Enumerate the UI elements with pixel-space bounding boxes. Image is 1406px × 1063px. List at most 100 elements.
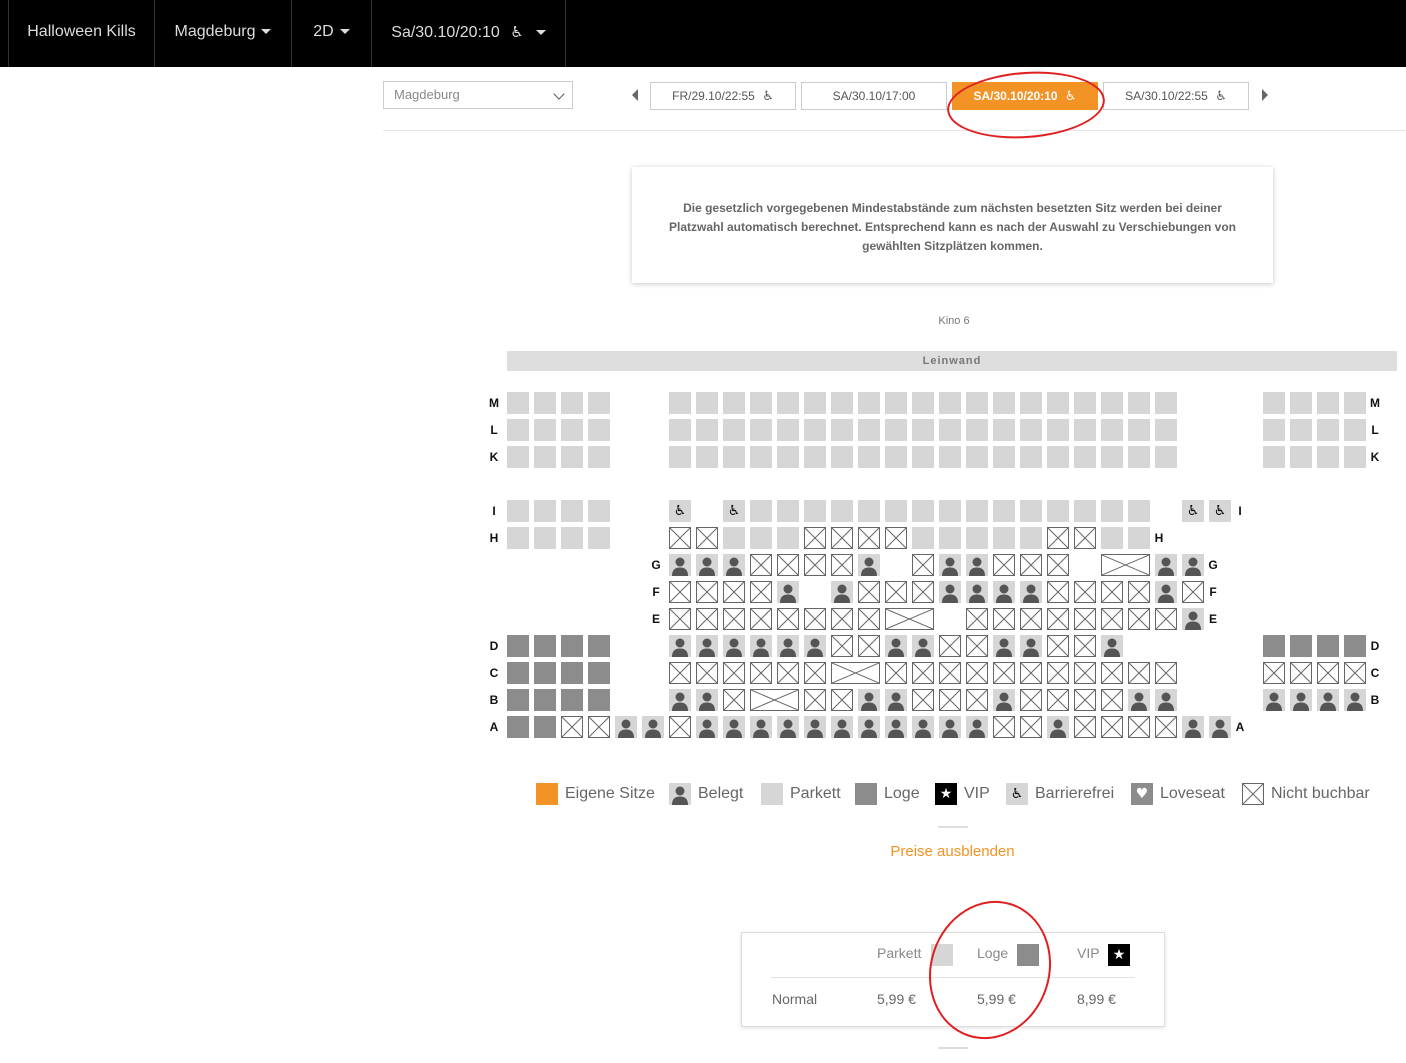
nav-format-dropdown[interactable]: 2D bbox=[292, 0, 372, 67]
seat-loge[interactable] bbox=[534, 716, 556, 738]
seat-parkett[interactable] bbox=[1047, 419, 1069, 441]
seat-parkett[interactable] bbox=[669, 446, 691, 468]
seat-parkett[interactable] bbox=[912, 527, 934, 549]
seat-parkett[interactable] bbox=[1290, 392, 1312, 414]
seat-parkett[interactable] bbox=[1128, 419, 1150, 441]
seat-parkett[interactable] bbox=[588, 500, 610, 522]
seat-parkett[interactable] bbox=[1020, 446, 1042, 468]
city-select[interactable]: Magdeburg bbox=[383, 81, 573, 109]
seat-parkett[interactable] bbox=[1317, 419, 1339, 441]
seat-parkett[interactable] bbox=[1155, 419, 1177, 441]
seat-wheelchair[interactable]: ♿ bbox=[723, 500, 745, 522]
seat-loge[interactable] bbox=[534, 662, 556, 684]
seat-parkett[interactable] bbox=[993, 446, 1015, 468]
seat-parkett[interactable] bbox=[669, 419, 691, 441]
seat-wheelchair[interactable]: ♿ bbox=[1209, 500, 1231, 522]
seat-parkett[interactable] bbox=[723, 527, 745, 549]
seat-parkett[interactable] bbox=[939, 446, 961, 468]
seat-parkett[interactable] bbox=[507, 500, 529, 522]
seat-wheelchair[interactable]: ♿ bbox=[669, 500, 691, 522]
seat-parkett[interactable] bbox=[993, 392, 1015, 414]
seat-parkett[interactable] bbox=[831, 419, 853, 441]
seat-parkett[interactable] bbox=[858, 419, 880, 441]
seat-parkett[interactable] bbox=[912, 500, 934, 522]
seat-parkett[interactable] bbox=[507, 392, 529, 414]
seat-parkett[interactable] bbox=[939, 527, 961, 549]
showtimes-next-arrow[interactable] bbox=[1262, 89, 1268, 101]
seat-parkett[interactable] bbox=[1344, 419, 1366, 441]
nav-showtime-dropdown[interactable]: Sa/30.10/20:10 ♿ bbox=[372, 0, 566, 67]
seat-parkett[interactable] bbox=[912, 446, 934, 468]
seat-parkett[interactable] bbox=[1047, 392, 1069, 414]
seat-parkett[interactable] bbox=[966, 527, 988, 549]
seat-parkett[interactable] bbox=[993, 527, 1015, 549]
seat-parkett[interactable] bbox=[1128, 446, 1150, 468]
seat-parkett[interactable] bbox=[588, 392, 610, 414]
seat-parkett[interactable] bbox=[1074, 419, 1096, 441]
seat-parkett[interactable] bbox=[723, 392, 745, 414]
seat-parkett[interactable] bbox=[1074, 392, 1096, 414]
seat-parkett[interactable] bbox=[1074, 446, 1096, 468]
seat-parkett[interactable] bbox=[804, 419, 826, 441]
seat-parkett[interactable] bbox=[1128, 527, 1150, 549]
seat-parkett[interactable] bbox=[885, 446, 907, 468]
seat-parkett[interactable] bbox=[885, 392, 907, 414]
seat-parkett[interactable] bbox=[966, 419, 988, 441]
seat-parkett[interactable] bbox=[561, 527, 583, 549]
seat-parkett[interactable] bbox=[750, 392, 772, 414]
seat-parkett[interactable] bbox=[804, 392, 826, 414]
seat-loge[interactable] bbox=[561, 635, 583, 657]
seat-parkett[interactable] bbox=[1047, 500, 1069, 522]
seat-wheelchair[interactable]: ♿ bbox=[1182, 500, 1204, 522]
seat-loge[interactable] bbox=[507, 689, 529, 711]
seat-parkett[interactable] bbox=[939, 500, 961, 522]
showtime-tab-2[interactable]: SA/30.10/17:00 bbox=[801, 82, 947, 110]
seat-parkett[interactable] bbox=[1155, 392, 1177, 414]
seat-parkett[interactable] bbox=[885, 500, 907, 522]
seat-parkett[interactable] bbox=[1101, 527, 1123, 549]
seat-loge[interactable] bbox=[507, 662, 529, 684]
seat-parkett[interactable] bbox=[561, 500, 583, 522]
seat-parkett[interactable] bbox=[507, 419, 529, 441]
seat-parkett[interactable] bbox=[804, 446, 826, 468]
seat-parkett[interactable] bbox=[966, 446, 988, 468]
seat-parkett[interactable] bbox=[588, 419, 610, 441]
seat-parkett[interactable] bbox=[831, 500, 853, 522]
seat-parkett[interactable] bbox=[1020, 527, 1042, 549]
seat-parkett[interactable] bbox=[534, 419, 556, 441]
showtimes-prev-arrow[interactable] bbox=[632, 89, 638, 101]
seat-parkett[interactable] bbox=[885, 419, 907, 441]
seat-parkett[interactable] bbox=[1047, 446, 1069, 468]
seat-parkett[interactable] bbox=[1020, 500, 1042, 522]
seat-parkett[interactable] bbox=[1101, 446, 1123, 468]
nav-movie-title[interactable]: Halloween Kills bbox=[8, 0, 155, 67]
seat-loge[interactable] bbox=[1290, 635, 1312, 657]
seat-parkett[interactable] bbox=[777, 419, 799, 441]
seat-parkett[interactable] bbox=[1263, 446, 1285, 468]
seat-loge[interactable] bbox=[507, 716, 529, 738]
seat-parkett[interactable] bbox=[993, 500, 1015, 522]
seat-parkett[interactable] bbox=[912, 419, 934, 441]
seat-parkett[interactable] bbox=[588, 446, 610, 468]
nav-city-dropdown[interactable]: Magdeburg bbox=[155, 0, 292, 67]
seat-parkett[interactable] bbox=[1074, 500, 1096, 522]
seat-parkett[interactable] bbox=[858, 500, 880, 522]
seat-parkett[interactable] bbox=[750, 527, 772, 549]
seat-parkett[interactable] bbox=[588, 527, 610, 549]
seat-parkett[interactable] bbox=[561, 419, 583, 441]
seat-loge[interactable] bbox=[1317, 635, 1339, 657]
seat-parkett[interactable] bbox=[1101, 392, 1123, 414]
seat-parkett[interactable] bbox=[777, 446, 799, 468]
seat-parkett[interactable] bbox=[939, 419, 961, 441]
seat-parkett[interactable] bbox=[1101, 500, 1123, 522]
seat-loge[interactable] bbox=[1344, 635, 1366, 657]
seat-parkett[interactable] bbox=[669, 392, 691, 414]
seat-parkett[interactable] bbox=[1317, 392, 1339, 414]
seat-parkett[interactable] bbox=[507, 446, 529, 468]
seat-parkett[interactable] bbox=[939, 392, 961, 414]
seat-loge[interactable] bbox=[534, 635, 556, 657]
seat-parkett[interactable] bbox=[1317, 446, 1339, 468]
seat-loge[interactable] bbox=[1263, 635, 1285, 657]
seat-parkett[interactable] bbox=[1344, 392, 1366, 414]
seat-parkett[interactable] bbox=[993, 419, 1015, 441]
